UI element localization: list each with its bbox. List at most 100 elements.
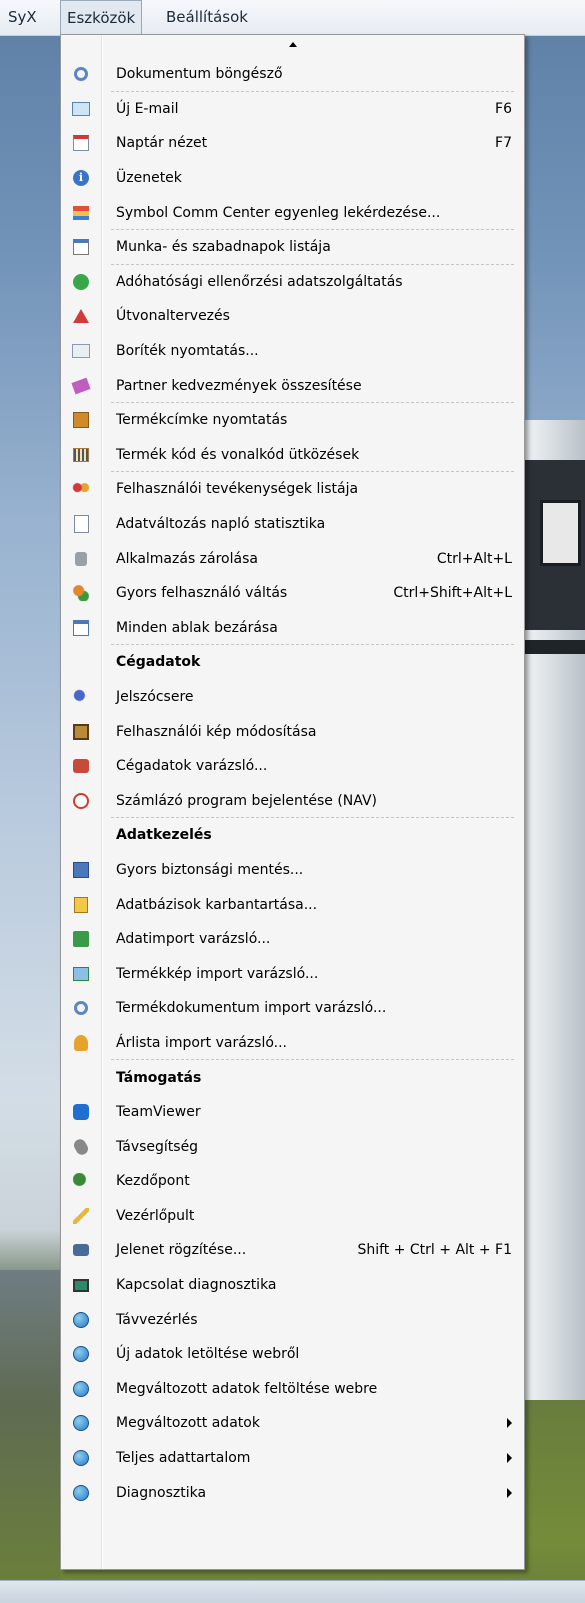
menu-item-label: Kapcsolat diagnosztika: [116, 1277, 277, 1294]
user-photo-icon: [71, 722, 91, 742]
menu-item[interactable]: Vezérlőpult: [61, 1199, 524, 1234]
menu-item-label: Új E-mail: [116, 100, 179, 117]
menu-item[interactable]: Teljes adattartalom: [61, 1441, 524, 1476]
menu-item-label: Naptár nézet: [116, 135, 208, 152]
menu-item[interactable]: Munka- és szabadnapok listája: [61, 230, 524, 265]
menu-item[interactable]: Partner kedvezmények összesítése: [61, 368, 524, 403]
menu-item[interactable]: Adatimport varázsló...: [61, 922, 524, 957]
menu-item-label: Diagnosztika: [116, 1484, 207, 1501]
menu-item-label: Cégadatok varázsló...: [116, 758, 268, 775]
teamviewer-icon: [71, 1102, 91, 1122]
monitor-icon: [71, 1275, 91, 1295]
menu-item[interactable]: Alkalmazás zárolása Ctrl+Alt+L: [61, 541, 524, 576]
menu-item-label: Vezérlőpult: [116, 1207, 195, 1224]
menu-item[interactable]: Termék kód és vonalkód ütközések: [61, 438, 524, 473]
workdays-calendar-icon: [71, 237, 91, 257]
menu-item[interactable]: Termékcímke nyomtatás: [61, 403, 524, 438]
menu-item[interactable]: Cégadatok varázsló...: [61, 749, 524, 784]
menu-section-header: Cégadatok: [61, 645, 524, 680]
info-icon: i: [71, 168, 91, 188]
menu-item[interactable]: Naptár nézet F7: [61, 126, 524, 161]
menu-item[interactable]: Adóhatósági ellenőrzési adatszolgáltatás: [61, 265, 524, 300]
menu-item[interactable]: Kezdőpont: [61, 1164, 524, 1199]
menu-item[interactable]: Boríték nyomtatás...: [61, 334, 524, 369]
close-windows-icon: [71, 618, 91, 638]
menu-item[interactable]: Termékdokumentum import varázsló...: [61, 991, 524, 1026]
menu-item-label: Termékcímke nyomtatás: [116, 412, 288, 429]
menu-item-label: Támogatás: [116, 1069, 202, 1086]
menu-item[interactable]: Megváltozott adatok: [61, 1406, 524, 1441]
menu-item[interactable]: Adatbázisok karbantartása...: [61, 887, 524, 922]
menu-item[interactable]: Symbol Comm Center egyenleg lekérdezése.…: [61, 195, 524, 230]
menu-item-label: Symbol Comm Center egyenleg lekérdezése.…: [116, 204, 441, 221]
menu-item[interactable]: Dokumentum böngésző: [61, 57, 524, 92]
menu-item[interactable]: Jelszócsere: [61, 680, 524, 715]
menu-item[interactable]: Adatváltozás napló statisztika: [61, 507, 524, 542]
menu-item-label: Cégadatok: [116, 654, 201, 671]
menu-item[interactable]: i Üzenetek: [61, 161, 524, 196]
backup-icon: [71, 860, 91, 880]
menu-item-label: Felhasználói tevékenységek listája: [116, 481, 359, 498]
submenu-arrow-icon: [507, 1453, 512, 1464]
menu-item[interactable]: Útvonaltervezés: [61, 299, 524, 334]
menu-item[interactable]: Kapcsolat diagnosztika: [61, 1268, 524, 1303]
data-import-icon: [71, 929, 91, 949]
menu-item[interactable]: Távsegítség: [61, 1129, 524, 1164]
menu-item-label: Távvezérlés: [116, 1311, 198, 1328]
menu-item-label: Üzenetek: [116, 170, 182, 187]
menu-section-header: Adatkezelés: [61, 818, 524, 853]
scroll-up-button[interactable]: [61, 35, 524, 57]
keys-icon: [71, 687, 91, 707]
scroll-up-arrow-icon: [288, 42, 297, 47]
mouse-icon: [71, 1136, 91, 1157]
menu-item-label: Termékkép import varázsló...: [116, 965, 319, 982]
menu-item-shortcut: Ctrl+Alt+L: [436, 550, 512, 567]
camera-icon: [71, 1240, 91, 1260]
green-arrow-icon: [71, 272, 91, 292]
menu-eszkozok[interactable]: Eszközök: [60, 0, 143, 36]
menu-item-label: Boríték nyomtatás...: [116, 343, 259, 360]
menu-item[interactable]: Termékkép import varázsló...: [61, 956, 524, 991]
globe-icon: [71, 1310, 91, 1330]
menu-item[interactable]: Távvezérlés: [61, 1302, 524, 1337]
menu-item[interactable]: Árlista import varázsló...: [61, 1026, 524, 1061]
paperclip-icon: [71, 998, 91, 1019]
status-bar: [0, 1580, 585, 1603]
menu-item-label: Új adatok letöltése webről: [116, 1346, 300, 1363]
globe-icon: [71, 1448, 91, 1468]
menu-bar: SyX Eszközök Beállítások: [0, 0, 585, 36]
menu-item[interactable]: Gyors biztonsági mentés...: [61, 853, 524, 888]
menu-item[interactable]: Új adatok letöltése webről: [61, 1337, 524, 1372]
menu-item-label: Munka- és szabadnapok listája: [116, 239, 331, 256]
menu-item[interactable]: Megváltozott adatok feltöltése webre: [61, 1372, 524, 1407]
menu-item-label: Partner kedvezmények összesítése: [116, 377, 362, 394]
price-list-icon: [71, 1033, 91, 1053]
menu-beallitasok[interactable]: Beállítások: [160, 0, 254, 35]
menu-item[interactable]: TeamViewer: [61, 1095, 524, 1130]
menu-item[interactable]: Gyors felhasználó váltás Ctrl+Shift+Alt+L: [61, 576, 524, 611]
menu-item[interactable]: Számlázó program bejelentése (NAV): [61, 783, 524, 819]
rocks-image: [0, 1270, 60, 1600]
lighthouse-window: [540, 500, 581, 566]
menu-item[interactable]: Felhasználói tevékenységek listája: [61, 472, 524, 507]
menu-syx[interactable]: SyX: [2, 0, 43, 35]
menu-item-label: Jelszócsere: [116, 688, 194, 705]
menu-item-label: Jelenet rögzítése...: [116, 1242, 247, 1259]
menu-item-label: Számlázó program bejelentése (NAV): [116, 792, 377, 809]
menu-section-header: Támogatás: [61, 1060, 524, 1095]
image-import-icon: [71, 964, 91, 984]
menu-item-label: TeamViewer: [116, 1104, 201, 1121]
menu-item-label: Gyors biztonsági mentés...: [116, 861, 304, 878]
symbol-comm-icon: [71, 203, 91, 223]
menu-item-label: Teljes adattartalom: [116, 1450, 251, 1467]
menu-item-shortcut: F6: [495, 100, 512, 117]
menu-item-label: Adatváltozás napló statisztika: [116, 516, 326, 533]
menu-item[interactable]: Új E-mail F6: [61, 92, 524, 127]
product-box-icon: [71, 410, 91, 430]
document-icon: [71, 514, 91, 534]
menu-item[interactable]: Felhasználói kép módosítása: [61, 714, 524, 749]
menu-item[interactable]: Jelenet rögzítése... Shift + Ctrl + Alt +…: [61, 1233, 524, 1268]
menu-item[interactable]: Minden ablak bezárása: [61, 611, 524, 646]
menu-item-label: Kezdőpont: [116, 1173, 190, 1190]
menu-item[interactable]: Diagnosztika: [61, 1475, 524, 1510]
